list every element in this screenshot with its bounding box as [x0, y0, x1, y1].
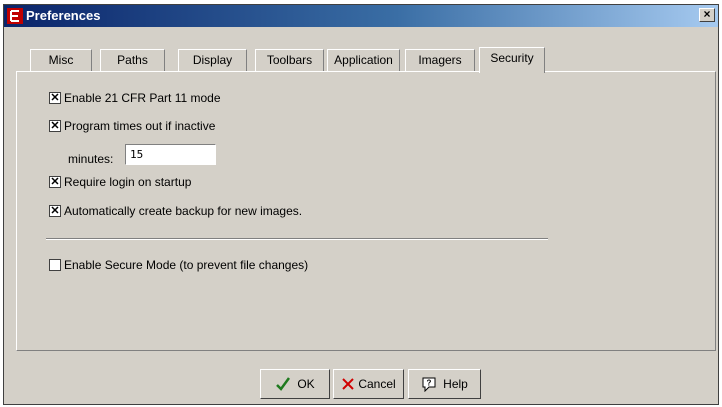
- tab-security[interactable]: Security: [479, 47, 545, 73]
- secure-mode-checkbox[interactable]: [49, 259, 61, 271]
- enable-cfr-checkbox[interactable]: ✕: [49, 92, 61, 104]
- enable-cfr-option[interactable]: ✕ Enable 21 CFR Part 11 mode: [49, 91, 221, 105]
- help-icon: ?: [422, 377, 436, 392]
- close-button[interactable]: ×: [699, 8, 715, 22]
- timeout-checkbox[interactable]: ✕: [49, 120, 61, 132]
- close-icon: ×: [703, 7, 711, 21]
- title-bar[interactable]: Preferences ×: [4, 5, 718, 27]
- cancel-label: Cancel: [358, 377, 396, 391]
- app-icon: [7, 8, 23, 24]
- tab-imagers[interactable]: Imagers: [405, 49, 475, 71]
- timeout-option[interactable]: ✕ Program times out if inactive: [49, 119, 215, 133]
- minutes-label: minutes:: [68, 152, 114, 166]
- help-button[interactable]: ? Help: [408, 369, 481, 399]
- preferences-dialog: Preferences × Misc Paths Display Toolbar…: [3, 4, 719, 405]
- tab-toolbars[interactable]: Toolbars: [255, 49, 324, 71]
- tab-paths[interactable]: Paths: [100, 49, 165, 71]
- require-login-option[interactable]: ✕ Require login on startup: [49, 175, 191, 189]
- tab-misc[interactable]: Misc: [30, 49, 92, 71]
- section-divider: [46, 238, 548, 240]
- cancel-x-icon: [342, 378, 355, 390]
- require-login-checkbox[interactable]: ✕: [49, 176, 61, 188]
- minutes-input[interactable]: 15: [125, 144, 216, 165]
- window-title: Preferences: [26, 8, 101, 23]
- secure-mode-option[interactable]: Enable Secure Mode (to prevent file chan…: [49, 258, 308, 272]
- checkmark-icon: [276, 377, 291, 391]
- auto-backup-label: Automatically create backup for new imag…: [64, 204, 303, 218]
- ok-button[interactable]: OK: [260, 369, 330, 399]
- require-login-label: Require login on startup: [64, 175, 192, 189]
- help-label: Help: [443, 377, 468, 391]
- tab-application[interactable]: Application: [327, 49, 400, 71]
- tab-display[interactable]: Display: [178, 49, 247, 71]
- auto-backup-checkbox[interactable]: ✕: [49, 205, 61, 217]
- ok-label: OK: [297, 377, 315, 391]
- timeout-label: Program times out if inactive: [64, 119, 216, 133]
- svg-text:?: ?: [427, 379, 432, 388]
- enable-cfr-label: Enable 21 CFR Part 11 mode: [64, 91, 221, 105]
- auto-backup-option[interactable]: ✕ Automatically create backup for new im…: [49, 204, 302, 218]
- cancel-button[interactable]: Cancel: [333, 369, 404, 399]
- secure-mode-label: Enable Secure Mode (to prevent file chan…: [64, 258, 309, 272]
